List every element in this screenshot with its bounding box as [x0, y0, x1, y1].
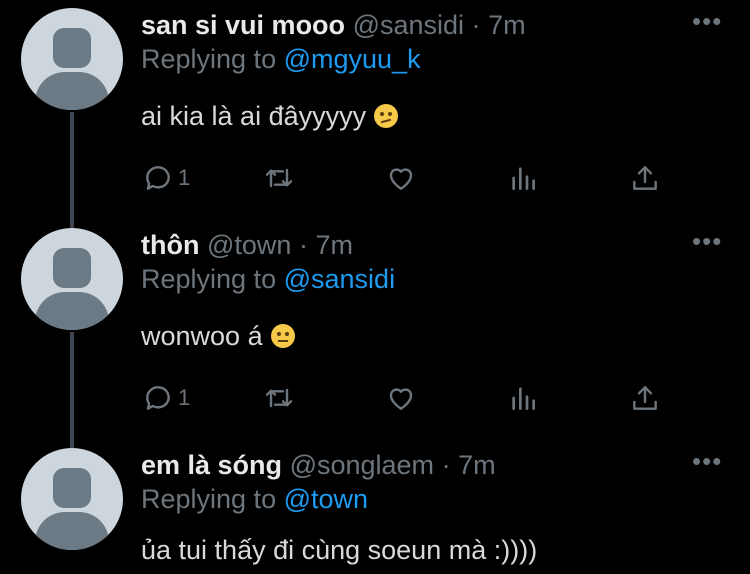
replying-to-handle[interactable]: @town	[284, 484, 368, 514]
display-name[interactable]: thôn	[141, 230, 199, 260]
analytics-button[interactable]	[507, 380, 539, 416]
avatar[interactable]	[21, 448, 123, 550]
neutral-face-emoji-icon	[270, 324, 295, 348]
share-button[interactable]	[629, 160, 661, 196]
retweet-icon	[265, 388, 293, 408]
analytics-icon	[512, 167, 535, 190]
reply-button[interactable]: 1	[142, 380, 190, 416]
share-icon	[633, 166, 657, 190]
like-button[interactable]	[385, 380, 417, 416]
default-avatar-body	[35, 512, 109, 550]
timestamp[interactable]: 7m	[315, 230, 353, 260]
user-handle[interactable]: @songlaem	[290, 450, 434, 480]
replying-to-line: Replying to @mgyuu_k	[141, 42, 421, 76]
tweet-text-container: ai kia là ai đâyyyyy	[141, 98, 399, 134]
replying-to-line: Replying to @town	[141, 482, 368, 516]
more-options-icon[interactable]: •••	[692, 6, 722, 36]
reply-icon	[146, 386, 170, 410]
analytics-icon	[512, 387, 535, 410]
tweet-actions: 1	[0, 380, 750, 416]
reply-count: 1	[178, 385, 191, 410]
user-handle[interactable]: @town	[207, 230, 291, 260]
retweet-icon	[265, 168, 293, 188]
like-button[interactable]	[385, 160, 417, 196]
share-icon	[633, 386, 657, 410]
timestamp[interactable]: 7m	[458, 450, 496, 480]
heart-icon	[389, 388, 413, 410]
default-avatar-body	[35, 72, 109, 110]
share-button[interactable]	[629, 380, 661, 416]
thinking-face-emoji-icon	[374, 104, 399, 128]
replying-to-label: Replying to	[141, 484, 277, 514]
display-name[interactable]: em là sóng	[141, 450, 282, 480]
tweet-header: em là sóng @songlaem · 7m	[141, 448, 496, 482]
tweet-actions: 1	[0, 160, 750, 196]
retweet-button[interactable]	[263, 380, 295, 416]
display-name[interactable]: san si vui mooo	[141, 10, 345, 40]
tweet-text-container: ủa tui thấy đi cùng soeun mà :))))	[141, 532, 537, 568]
timestamp[interactable]: 7m	[488, 10, 526, 40]
default-avatar-body	[35, 292, 109, 330]
tweet-text-container: wonwoo á	[141, 318, 295, 354]
tweet-header: thôn @town · 7m	[141, 228, 353, 262]
tweet-text: wonwoo á	[141, 321, 263, 351]
replying-to-label: Replying to	[141, 44, 277, 74]
separator-dot: ·	[441, 450, 451, 480]
reply-button[interactable]: 1	[142, 160, 190, 196]
default-avatar-head	[53, 468, 91, 508]
tweet-header: san si vui mooo @sansidi · 7m	[141, 8, 526, 42]
more-options-icon[interactable]: •••	[692, 446, 722, 476]
avatar[interactable]	[21, 228, 123, 330]
reply-thread: san si vui mooo @sansidi · 7m ••• Replyi…	[0, 0, 750, 574]
default-avatar-head	[53, 28, 91, 68]
avatar[interactable]	[21, 8, 123, 110]
default-avatar-head	[53, 248, 91, 288]
reply-count: 1	[178, 165, 191, 190]
heart-icon	[389, 168, 413, 190]
separator-dot: ·	[298, 230, 308, 260]
user-handle[interactable]: @sansidi	[353, 10, 464, 40]
more-options-icon[interactable]: •••	[692, 226, 722, 256]
retweet-button[interactable]	[263, 160, 295, 196]
separator-dot: ·	[471, 10, 481, 40]
replying-to-handle[interactable]: @sansidi	[284, 264, 395, 294]
replying-to-line: Replying to @sansidi	[141, 262, 395, 296]
replying-to-handle[interactable]: @mgyuu_k	[284, 44, 421, 74]
tweet-text: ai kia là ai đâyyyyy	[141, 101, 367, 131]
reply-icon	[146, 166, 170, 190]
tweet-text: ủa tui thấy đi cùng soeun mà :))))	[141, 535, 538, 565]
analytics-button[interactable]	[507, 160, 539, 196]
replying-to-label: Replying to	[141, 264, 277, 294]
